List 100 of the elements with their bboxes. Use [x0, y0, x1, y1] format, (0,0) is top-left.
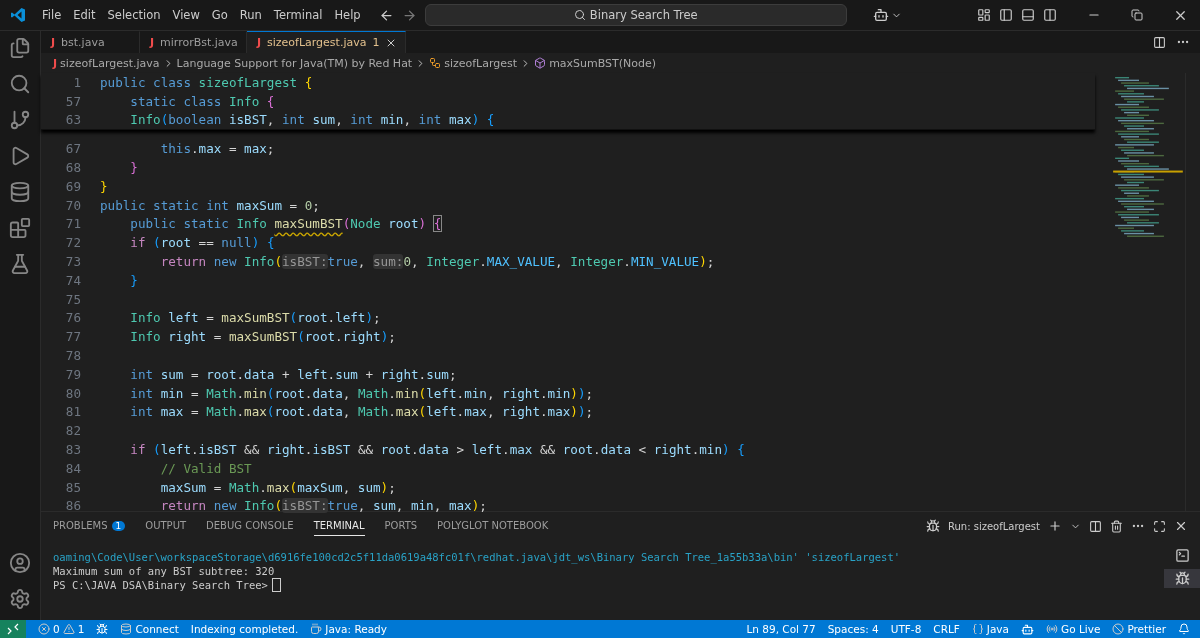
code-line: if (root == null) { — [129, 235, 275, 251]
line-number: 74 — [64, 272, 82, 288]
class-icon — [429, 57, 442, 69]
flask-icon[interactable] — [9, 253, 31, 275]
line-number: 57 — [64, 93, 82, 109]
editor-tab[interactable]: J sizeofLargest.java 1 — [246, 31, 407, 53]
java-file-icon: J — [256, 36, 261, 49]
cursor-position[interactable]: Ln 89, Col 77 — [746, 623, 816, 635]
terminal-line: PS C:\JAVA DSA\Binary Search Tree> — [53, 578, 268, 592]
code-line: // Valid BST — [159, 460, 252, 476]
remote-icon — [7, 623, 19, 635]
menu-item[interactable]: Go — [205, 8, 234, 22]
indentation-status[interactable]: Spaces: 4 — [827, 623, 879, 635]
panel-tab[interactable]: PROBLEMS 1 — [53, 516, 126, 536]
line-number: 75 — [64, 291, 82, 307]
error-count[interactable]: 0 — [53, 623, 60, 635]
bell-icon[interactable] — [1178, 623, 1190, 635]
terminal-line: Maximum sum of any BST subtree: 320 — [53, 564, 275, 578]
prettier-status[interactable]: Prettier — [1127, 623, 1166, 635]
line-number: 78 — [64, 348, 82, 364]
secondary-sidebar-icon[interactable] — [1043, 8, 1057, 22]
panel-tab[interactable]: OUTPUT — [145, 516, 187, 536]
panel-tab[interactable]: PORTS — [384, 516, 418, 536]
panel-toggle-icon[interactable] — [1021, 8, 1035, 22]
code-line: } — [129, 272, 138, 288]
java-status[interactable]: Java: Ready — [325, 623, 387, 635]
line-number: 83 — [64, 442, 82, 458]
menu-item[interactable]: Terminal — [267, 8, 329, 22]
bug-icon[interactable] — [1164, 569, 1200, 588]
line-number: 81 — [64, 404, 82, 420]
code-line: int sum = root.data + left.sum + right.sum; — [129, 366, 457, 382]
line-number: 72 — [64, 235, 82, 251]
terminal-name[interactable]: Run: sizeofLargest — [947, 520, 1040, 532]
braces-icon — [971, 623, 984, 635]
code-line: return new Info(isBST:true, sum:0, Integer.MAX_VALUE, Integer.MIN_VALUE); — [159, 254, 715, 270]
split-editor-icon[interactable] — [1153, 35, 1166, 49]
account-icon[interactable] — [9, 552, 31, 574]
panel-tab[interactable]: DEBUG CONSOLE — [206, 516, 294, 536]
breadcrumb-item[interactable]: Language Support for Java(TM) by Red Hat — [176, 56, 413, 70]
trash-icon[interactable] — [1110, 519, 1123, 533]
terminal-cursor — [271, 578, 281, 592]
copilot-icon[interactable] — [872, 7, 889, 23]
settings-icon[interactable] — [9, 588, 31, 610]
menu-item[interactable]: File — [36, 8, 68, 22]
warning-icon — [62, 623, 75, 635]
maximize-icon[interactable] — [1153, 519, 1166, 533]
breadcrumb-item[interactable]: sizeofLargest — [444, 56, 518, 70]
close-icon[interactable] — [1174, 519, 1188, 533]
extensions-icon[interactable] — [9, 217, 31, 239]
line-number: 69 — [64, 178, 82, 194]
code-line: int min = Math.min(root.data, Math.min(left.min, right.min)); — [129, 385, 594, 401]
warning-count[interactable]: 1 — [77, 623, 85, 635]
app-logo-icon — [10, 7, 26, 23]
menu-item[interactable]: Selection — [101, 8, 167, 22]
code-line: Info left = maxSumBST(root.left); — [129, 310, 381, 326]
code-line: public class sizeofLargest { — [100, 74, 313, 90]
forward-arrow-icon[interactable] — [401, 7, 417, 23]
source-control-icon[interactable] — [9, 109, 31, 131]
java-file-icon: J — [51, 36, 56, 49]
menu-item[interactable]: Run — [233, 8, 268, 22]
sidebar-toggle-icon[interactable] — [999, 8, 1013, 22]
broadcast-icon — [1046, 623, 1059, 635]
back-arrow-icon[interactable] — [378, 7, 394, 23]
encoding-status[interactable]: UTF-8 — [890, 623, 922, 635]
search-icon[interactable] — [9, 73, 31, 95]
layout-icon[interactable] — [977, 8, 991, 22]
line-number: 1 — [72, 74, 82, 90]
menu-item[interactable]: Help — [328, 8, 367, 22]
explorer-icon[interactable] — [9, 37, 31, 59]
code-line: return new Info(isBST:true, sum, min, max); — [159, 498, 487, 514]
menu-item[interactable]: Edit — [67, 8, 102, 22]
code-line: Info right = maxSumBST(root.right); — [129, 329, 396, 345]
line-number: 76 — [64, 310, 82, 326]
split-terminal-icon[interactable] — [1089, 519, 1102, 533]
language-status[interactable]: Java — [986, 623, 1010, 635]
line-number: 85 — [64, 479, 82, 495]
code-line: maxSum = Math.max(maxSum, sum); — [159, 479, 396, 495]
line-ending-status[interactable]: CRLF — [933, 623, 960, 635]
breadcrumb-item[interactable]: sizeofLargest.java — [60, 56, 160, 70]
connect-status[interactable]: Connect — [135, 623, 179, 635]
panel-tab[interactable]: TERMINAL — [313, 516, 365, 536]
add-terminal-icon[interactable] — [1048, 519, 1062, 533]
database-icon[interactable] — [9, 181, 31, 203]
prohibited-icon — [1112, 623, 1125, 635]
line-number: 79 — [64, 366, 82, 382]
breadcrumb-item[interactable]: maxSumBST(Node) — [549, 56, 657, 70]
go-live-button[interactable]: Go Live — [1061, 623, 1101, 635]
debug-icon[interactable] — [96, 623, 109, 635]
restore-icon[interactable] — [1131, 7, 1143, 23]
search-field[interactable]: Binary Search Tree — [424, 4, 847, 26]
code-line: public static int maxSum = 0; — [100, 197, 320, 213]
line-number: 84 — [64, 460, 82, 476]
line-number: 82 — [64, 423, 82, 439]
line-number: 70 — [64, 197, 82, 213]
panel-tab[interactable]: POLYGLOT NOTEBOOK — [437, 516, 549, 536]
line-number: 86 — [64, 498, 82, 514]
menu-item[interactable]: View — [166, 8, 206, 22]
terminal-line: oaming\Code\User\workspaceStorage\d6916fe100cd2c5f11da0619a48fc01f\redhat.java\jdt_ws\Binary Search Tree_1a55b33a\bin' 'sizeofLargest' — [53, 550, 901, 564]
remote-button[interactable] — [0, 620, 26, 638]
bug-icon — [925, 519, 940, 533]
